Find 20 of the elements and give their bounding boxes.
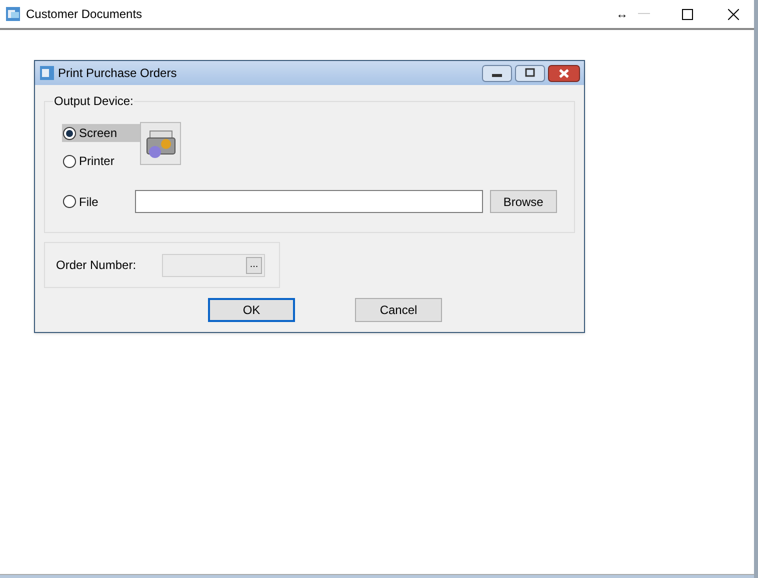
close-icon[interactable] xyxy=(728,8,739,20)
app-icon xyxy=(39,65,55,81)
restore-icon[interactable] xyxy=(515,64,545,82)
dialog-title: Print Purchase Orders xyxy=(58,65,177,82)
minimize-icon[interactable] xyxy=(482,64,512,82)
maximize-icon[interactable] xyxy=(682,8,693,20)
radio-option[interactable]: Screen xyxy=(62,124,140,142)
radio-option[interactable]: Printer xyxy=(62,152,140,170)
resize-glyph: ↔ xyxy=(616,6,628,23)
file-path-field[interactable] xyxy=(135,190,483,213)
window-title: Customer Documents xyxy=(26,6,142,23)
radio-option[interactable]: File xyxy=(62,192,114,210)
dialog-button[interactable]: OK xyxy=(208,298,295,322)
group-label: Output Device: xyxy=(53,94,134,108)
dialog-button[interactable]: Cancel xyxy=(355,298,442,322)
close-icon[interactable] xyxy=(548,64,580,82)
app-icon xyxy=(5,6,21,22)
printer-settings-button[interactable] xyxy=(140,122,181,165)
field-label: Order Number: xyxy=(56,257,138,274)
browse-button[interactable]: Browse xyxy=(490,190,558,213)
